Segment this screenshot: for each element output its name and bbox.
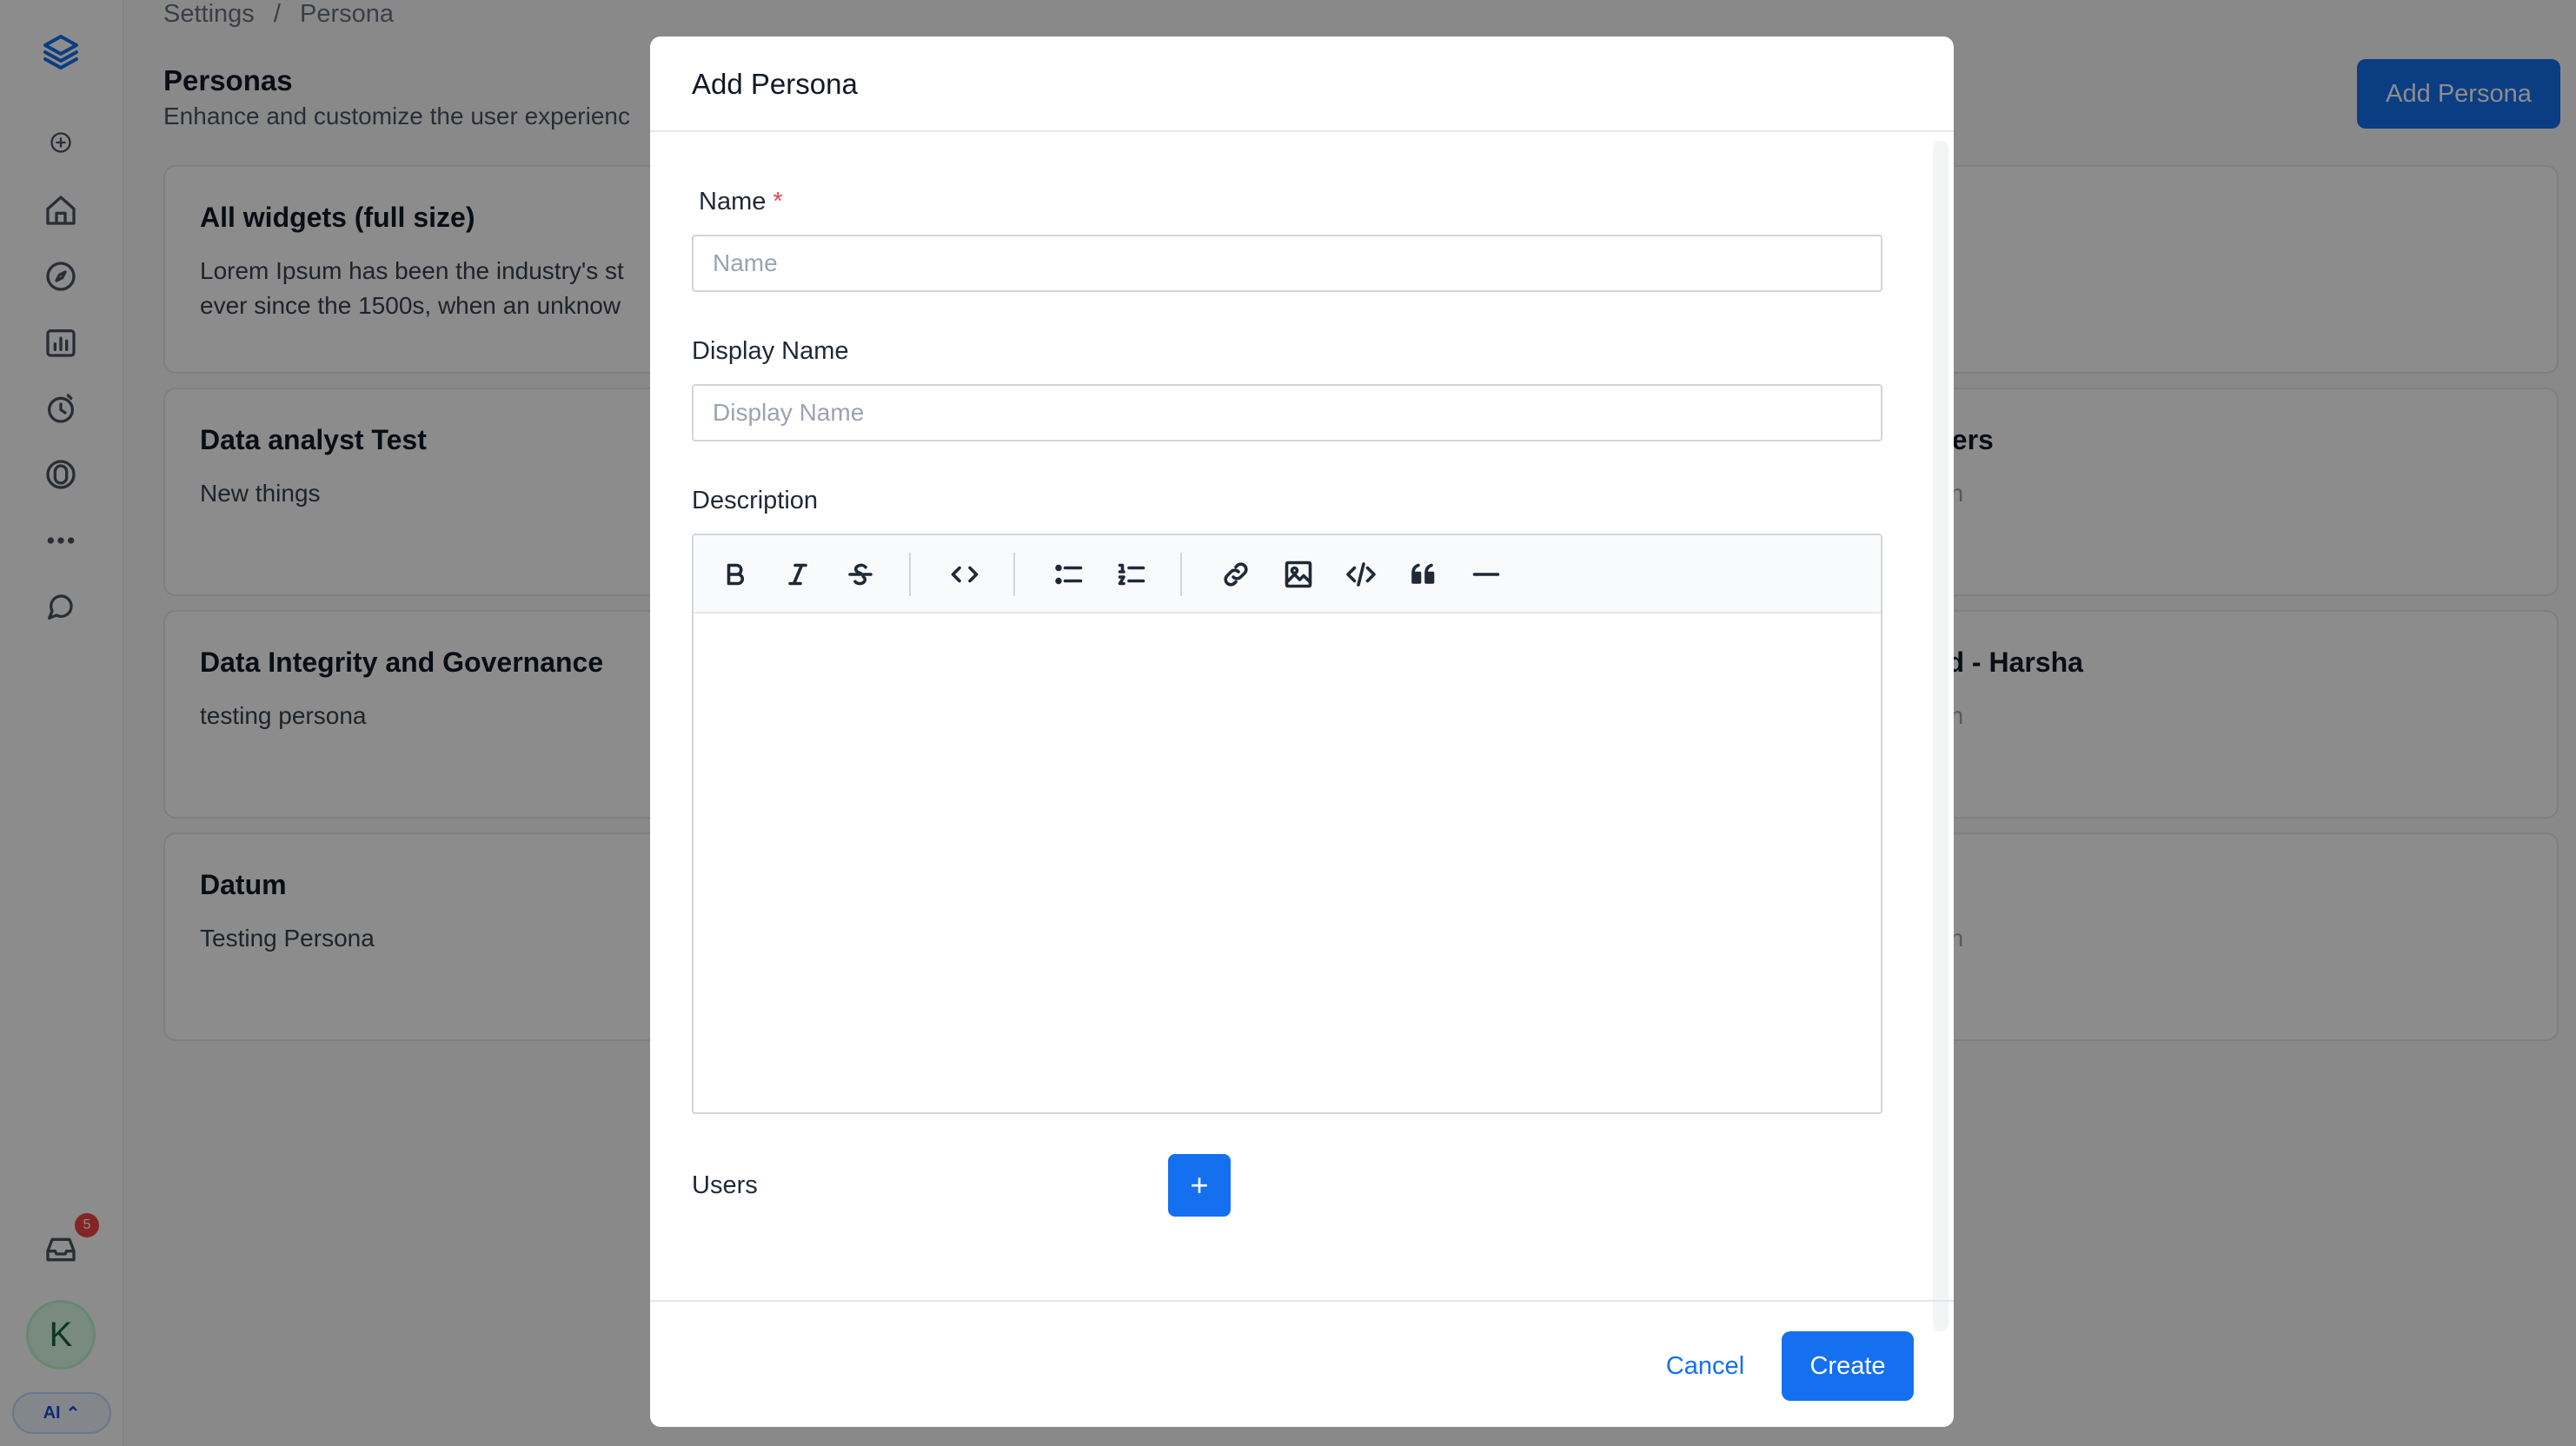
link-icon[interactable] <box>1215 554 1257 595</box>
modal-footer: Cancel Create <box>650 1300 1954 1427</box>
description-editor <box>692 534 1882 1114</box>
display-name-label: Display Name <box>692 337 849 365</box>
toolbar-divider <box>1180 553 1182 596</box>
inline-code-icon[interactable] <box>944 554 986 595</box>
code-block-icon[interactable] <box>1340 554 1382 595</box>
modal-scrollbar[interactable] <box>1933 141 1949 1331</box>
add-persona-modal: Add Persona Name* Display Name Descripti… <box>650 36 1954 1427</box>
cancel-button[interactable]: Cancel <box>1641 1331 1769 1401</box>
modal-title: Add Persona <box>692 68 858 100</box>
toolbar-divider <box>1013 553 1015 596</box>
description-textarea[interactable] <box>694 614 1881 1112</box>
bullet-list-icon[interactable] <box>1048 554 1090 595</box>
image-icon[interactable] <box>1278 554 1319 595</box>
horizontal-rule-icon[interactable] <box>1465 554 1507 595</box>
bold-icon[interactable] <box>714 554 756 595</box>
display-name-input[interactable] <box>692 384 1882 441</box>
users-label: Users <box>692 1171 758 1199</box>
add-users-button[interactable]: + <box>1168 1154 1231 1217</box>
italic-icon[interactable] <box>777 554 819 595</box>
editor-toolbar <box>694 535 1881 614</box>
numbered-list-icon[interactable] <box>1111 554 1152 595</box>
name-input[interactable] <box>692 235 1882 292</box>
strikethrough-icon[interactable] <box>840 554 881 595</box>
modal-header: Add Persona <box>650 36 1954 132</box>
name-label: Name * <box>699 188 783 216</box>
required-marker: * <box>773 188 783 216</box>
toolbar-divider <box>909 553 911 596</box>
create-button[interactable]: Create <box>1782 1331 1914 1401</box>
description-label: Description <box>692 487 819 514</box>
quote-icon[interactable] <box>1403 554 1444 595</box>
